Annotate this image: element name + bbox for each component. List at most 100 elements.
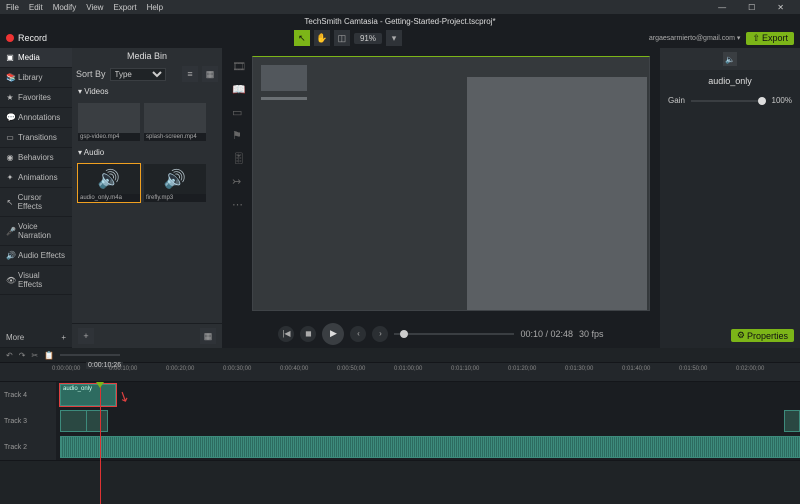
gain-slider[interactable] — [691, 100, 766, 102]
sidebar-tab-media[interactable]: ▣Media — [0, 48, 72, 68]
tool-hand-icon[interactable]: ✋ — [314, 30, 330, 46]
stop-button[interactable]: ◼ — [300, 326, 316, 342]
strip-arrow-icon[interactable]: ↣ — [232, 175, 246, 188]
strip-more-icon[interactable]: ⋯ — [232, 198, 246, 211]
strip-library-icon[interactable]: 📖 — [232, 83, 246, 96]
tool-cursor-icon[interactable]: ↖ — [294, 30, 310, 46]
window-maximize-icon[interactable]: ☐ — [748, 3, 755, 12]
playhead[interactable] — [100, 382, 101, 504]
record-icon — [6, 34, 14, 42]
media-thumb-video-1[interactable]: gsp-video.mp4 — [78, 103, 140, 141]
menubar: File Edit Modify View Export Help — ☐ ✕ — [0, 0, 800, 14]
media-thumb-video-2[interactable]: splash-screen.mp4 — [144, 103, 206, 141]
cut-button[interactable]: ✂ — [31, 351, 38, 360]
annotation-icon: 💬 — [6, 113, 14, 122]
paste-button[interactable]: 📋 — [44, 351, 54, 360]
sort-asc-icon[interactable]: ≡ — [182, 66, 198, 82]
gain-label: Gain — [668, 96, 685, 105]
media-bin: Media Bin Sort By Type ≡ ▦ ▾ Videos gsp-… — [72, 48, 222, 348]
eye-icon: 👁 — [6, 276, 14, 285]
timeline: ↶ ↷ ✂ 📋 0:00:10;26 0:00:00;000:00:10;000… — [0, 348, 800, 504]
step-back-button[interactable]: ‹ — [350, 326, 366, 342]
strip-flag-icon[interactable]: ⚑ — [232, 129, 246, 142]
audio-icon: 🔊 — [6, 251, 14, 260]
ruler-tick: 0:01:30;00 — [565, 366, 593, 372]
ruler-tick: 0:00:40;00 — [280, 366, 308, 372]
sort-type-select[interactable]: Type — [110, 68, 166, 81]
clip-track2-wave[interactable] — [60, 436, 800, 458]
scrub-knob[interactable] — [400, 330, 408, 338]
media-thumb-audio-1[interactable]: 🔊audio_only.m4a — [78, 164, 140, 202]
props-volume-icon[interactable]: 🔈 — [723, 52, 737, 66]
record-button[interactable]: Record — [6, 33, 47, 43]
sidebar-tab-behaviors[interactable]: ◉Behaviors — [0, 148, 72, 168]
track-label-4[interactable]: Track 4 — [0, 382, 56, 408]
gain-knob[interactable] — [758, 97, 766, 105]
category-audio[interactable]: ▾ Audio — [72, 145, 222, 160]
window-minimize-icon[interactable]: — — [718, 3, 726, 12]
menu-modify[interactable]: Modify — [53, 3, 77, 12]
props-selection-name: audio_only — [660, 70, 800, 92]
sidebar-tab-voice-narration[interactable]: 🎤Voice Narration — [0, 217, 72, 246]
sidebar-tab-animations[interactable]: ✦Animations — [0, 168, 72, 188]
menu-export[interactable]: Export — [113, 3, 136, 12]
track-label-2[interactable]: Track 2 — [0, 434, 56, 460]
sidebar-more[interactable]: More+ — [0, 328, 72, 348]
tool-zoom-dropdown-icon[interactable]: ▾ — [386, 30, 402, 46]
account-menu[interactable]: argaesarmierto@gmail.com ▾ — [649, 34, 741, 42]
media-thumb-audio-2[interactable]: 🔊firefly.mp3 — [144, 164, 206, 202]
playback-bar: |◀ ◼ ▶ ‹ › 00:10 / 02:48 30 fps — [222, 319, 660, 348]
toolbar: Record ↖ ✋ ◫ 91% ▾ argaesarmierto@gmail.… — [0, 28, 800, 48]
cursor-icon: ↖ — [6, 198, 14, 207]
canvas-area: 🎞 📖 ▭ ⚑ 🎚 ↣ ⋯ |◀ ◼ ▶ ‹ › 00:10 / 02:48 3… — [222, 48, 660, 348]
add-media-icon[interactable]: + — [78, 328, 94, 344]
strip-rect-icon[interactable]: ▭ — [232, 106, 246, 119]
sidebar-tab-favorites[interactable]: ★Favorites — [0, 88, 72, 108]
play-button[interactable]: ▶ — [322, 323, 344, 345]
sidebar-tab-cursor-effects[interactable]: ↖Cursor Effects — [0, 188, 72, 217]
ruler-tick: 0:00:50;00 — [337, 366, 365, 372]
library-icon: 📚 — [6, 73, 14, 82]
prev-frame-button[interactable]: |◀ — [278, 326, 294, 342]
track-label-3[interactable]: Track 3 — [0, 408, 56, 434]
bin-grid-icon[interactable]: ▦ — [200, 328, 216, 344]
sidebar-tab-visual-effects[interactable]: 👁Visual Effects — [0, 266, 72, 295]
clip-audio-only[interactable]: audio_only — [60, 384, 116, 406]
menu-help[interactable]: Help — [147, 3, 163, 12]
tool-crop-icon[interactable]: ◫ — [334, 30, 350, 46]
ruler-tick: 0:01:20;00 — [508, 366, 536, 372]
timeline-ruler[interactable]: 0:00:10;26 0:00:00;000:00:10;000:00:20;0… — [0, 363, 800, 382]
grid-view-icon[interactable]: ▦ — [202, 66, 218, 82]
transitions-icon: ▭ — [6, 133, 14, 142]
clip-track3-b[interactable] — [86, 410, 108, 432]
sidebar-tab-annotations[interactable]: 💬Annotations — [0, 108, 72, 128]
redo-button[interactable]: ↷ — [19, 351, 26, 360]
category-videos[interactable]: ▾ Videos — [72, 84, 222, 99]
playback-time: 00:10 / 02:48 — [520, 329, 573, 339]
ruler-tick: 0:01:00;00 — [394, 366, 422, 372]
undo-button[interactable]: ↶ — [6, 351, 13, 360]
preview-canvas[interactable] — [252, 56, 650, 311]
sidebar-tab-audio-effects[interactable]: 🔊Audio Effects — [0, 246, 72, 266]
clip-track3-c[interactable] — [784, 410, 800, 432]
timeline-zoom-slider[interactable] — [60, 354, 120, 356]
gain-value: 100% — [772, 96, 792, 105]
strip-sliders-icon[interactable]: 🎚 — [232, 152, 246, 165]
menu-edit[interactable]: Edit — [29, 3, 43, 12]
export-button[interactable]: ⇧Export — [746, 32, 794, 45]
menu-file[interactable]: File — [6, 3, 19, 12]
zoom-level[interactable]: 91% — [354, 33, 382, 44]
step-fwd-button[interactable]: › — [372, 326, 388, 342]
properties-button[interactable]: ⚙Properties — [731, 329, 794, 342]
record-label: Record — [18, 33, 47, 43]
mic-icon: 🎤 — [6, 227, 14, 236]
plus-icon[interactable]: + — [61, 333, 66, 342]
sidebar-tab-transitions[interactable]: ▭Transitions — [0, 128, 72, 148]
ruler-tick: 0:02:00;00 — [736, 366, 764, 372]
window-close-icon[interactable]: ✕ — [777, 3, 784, 12]
canvas-preview-area — [467, 77, 647, 310]
canvas-thumb-bar — [261, 97, 307, 100]
strip-film-icon[interactable]: 🎞 — [232, 60, 246, 73]
sidebar-tab-library[interactable]: 📚Library — [0, 68, 72, 88]
menu-view[interactable]: View — [86, 3, 103, 12]
